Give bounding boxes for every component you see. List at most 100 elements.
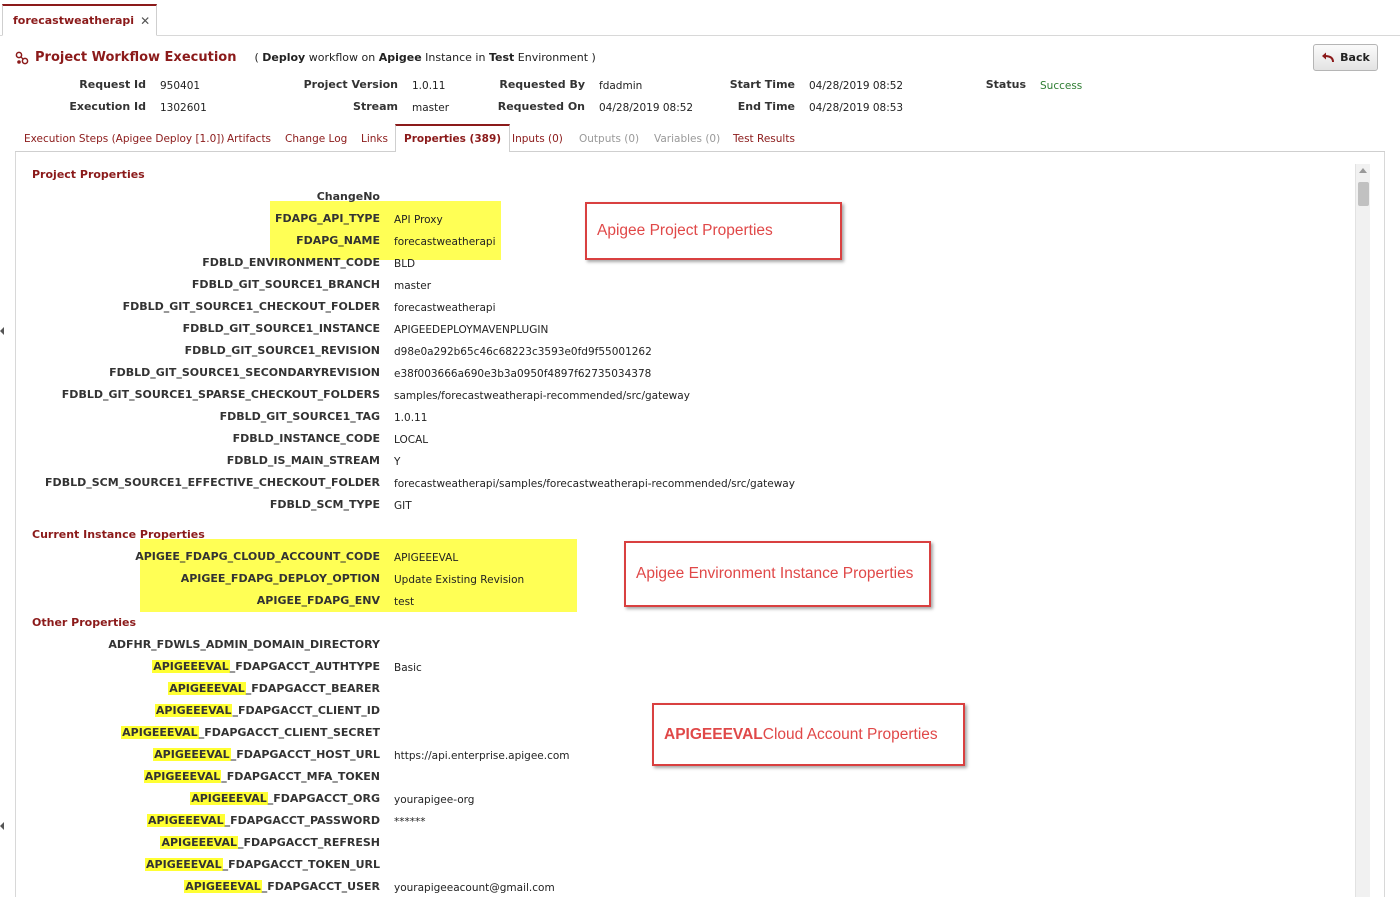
- tab-execution-steps[interactable]: Execution Steps (Apigee Deploy [1.0]): [24, 124, 224, 152]
- property-key-prefix: APIGEEEVAL: [121, 726, 199, 739]
- property-key-text: APIGEE_FDAPG_ENV: [256, 594, 380, 607]
- property-key: APIGEE_FDAPG_DEPLOY_OPTION: [0, 572, 380, 585]
- property-key-text: _FDAPGACCT_AUTHTYPE: [229, 660, 380, 673]
- tab-properties[interactable]: Properties (389): [395, 124, 511, 153]
- property-key: FDBLD_GIT_SOURCE1_INSTANCE: [0, 322, 380, 335]
- property-key-text: _FDAPGACCT_USER: [261, 880, 380, 893]
- requested-by-value: fdadmin: [599, 80, 643, 92]
- property-key-prefix: APIGEEEVAL: [160, 836, 238, 849]
- property-value: Basic: [394, 662, 422, 674]
- request-id-value: 950401: [160, 80, 201, 92]
- document-tab-bar: forecastweatherapi ✕: [0, 0, 1400, 36]
- property-value: ******: [394, 816, 426, 828]
- back-button[interactable]: Back: [1313, 44, 1378, 71]
- property-key-text: APIGEE_FDAPG_CLOUD_ACCOUNT_CODE: [135, 550, 380, 563]
- property-key-prefix: APIGEEEVAL: [153, 748, 231, 761]
- property-key: FDBLD_SCM_SOURCE1_EFFECTIVE_CHECKOUT_FOL…: [0, 476, 380, 489]
- property-value: Update Existing Revision: [394, 574, 525, 586]
- execution-id-value: 1302601: [160, 102, 207, 114]
- property-key-text: FDBLD_GIT_SOURCE1_SPARSE_CHECKOUT_FOLDER…: [61, 388, 380, 401]
- property-key-prefix: APIGEEEVAL: [154, 704, 233, 717]
- property-key-text: _FDAPGACCT_REFRESH: [237, 836, 380, 849]
- property-key: APIGEEEVAL_FDAPGACCT_PASSWORD: [0, 814, 380, 827]
- property-key: FDBLD_SCM_TYPE: [0, 498, 380, 511]
- property-value: master: [394, 280, 432, 292]
- property-key-text: _FDAPGACCT_TOKEN_URL: [222, 858, 380, 871]
- start-time-label: Start Time: [729, 78, 795, 91]
- property-key-text: FDBLD_GIT_SOURCE1_CHECKOUT_FOLDER: [122, 300, 380, 313]
- property-key: ChangeNo: [0, 190, 380, 203]
- property-value: API Proxy: [394, 214, 443, 226]
- tab-test-results[interactable]: Test Results: [733, 124, 795, 152]
- tab-links[interactable]: Links: [361, 124, 388, 152]
- property-value: 1.0.11: [394, 412, 428, 424]
- property-key-text: _FDAPGACCT_PASSWORD: [224, 814, 380, 827]
- callout-instance-properties: Apigee Environment Instance Properties: [624, 541, 931, 607]
- property-key-text: FDBLD_IS_MAIN_STREAM: [226, 454, 380, 467]
- property-key-text: _FDAPGACCT_BEARER: [245, 682, 380, 695]
- page-title: Project Workflow Execution: [35, 50, 237, 65]
- property-key: APIGEEEVAL_FDAPGACCT_AUTHTYPE: [0, 660, 380, 673]
- property-value: LOCAL: [394, 434, 429, 446]
- property-key-text: FDBLD_GIT_SOURCE1_INSTANCE: [182, 322, 380, 335]
- property-value: yourapigeeacount@gmail.com: [394, 882, 555, 894]
- tab-inputs[interactable]: Inputs (0): [512, 124, 563, 152]
- properties-scrollbar[interactable]: [1355, 164, 1370, 897]
- requested-by-label: Requested By: [499, 78, 585, 91]
- property-key: APIGEEEVAL_FDAPGACCT_TOKEN_URL: [0, 858, 380, 871]
- property-key: APIGEEEVAL_FDAPGACCT_ORG: [0, 792, 380, 805]
- project-props-highlight: [270, 201, 501, 260]
- property-key-text: FDAPG_API_TYPE: [275, 212, 380, 225]
- property-key: APIGEEEVAL_FDAPGACCT_USER: [0, 880, 380, 893]
- requested-on-label: Requested On: [497, 100, 585, 113]
- property-value: yourapigee-org: [394, 794, 475, 806]
- workflow-icon: [15, 51, 29, 64]
- property-key: APIGEEEVAL_FDAPGACCT_BEARER: [0, 682, 380, 695]
- property-key: FDBLD_GIT_SOURCE1_REVISION: [0, 344, 380, 357]
- status-label: Status: [985, 78, 1026, 91]
- section-instance-properties: Current Instance Properties: [32, 528, 205, 541]
- back-button-label: Back: [1340, 51, 1370, 64]
- property-key-text: APIGEE_FDAPG_DEPLOY_OPTION: [180, 572, 380, 585]
- collapse-left-icon[interactable]: [0, 822, 4, 830]
- property-key: FDBLD_IS_MAIN_STREAM: [0, 454, 380, 467]
- property-value: APIGEEDEPLOYMAVENPLUGIN: [394, 324, 549, 336]
- stream-label: Stream: [353, 100, 398, 113]
- scroll-up-icon[interactable]: [1359, 168, 1367, 173]
- property-key: FDAPG_API_TYPE: [0, 212, 380, 225]
- property-key: APIGEE_FDAPG_CLOUD_ACCOUNT_CODE: [0, 550, 380, 563]
- back-arrow-icon: [1322, 52, 1335, 62]
- property-key-text: _FDAPGACCT_CLIENT_ID: [232, 704, 380, 717]
- tab-artifacts[interactable]: Artifacts: [227, 124, 271, 152]
- property-key-text: FDBLD_SCM_SOURCE1_EFFECTIVE_CHECKOUT_FOL…: [45, 476, 380, 489]
- close-icon[interactable]: ✕: [140, 14, 150, 28]
- property-key: APIGEE_FDAPG_ENV: [0, 594, 380, 607]
- property-key-text: FDAPG_NAME: [296, 234, 380, 247]
- property-key: ADFHR_FDWLS_ADMIN_DOMAIN_DIRECTORY: [0, 638, 380, 651]
- property-key-text: FDBLD_GIT_SOURCE1_TAG: [219, 410, 380, 423]
- detail-tabs: Execution Steps (Apigee Deploy [1.0]) Ar…: [15, 124, 1385, 153]
- tab-change-log[interactable]: Change Log: [285, 124, 347, 152]
- property-key-text: ADFHR_FDWLS_ADMIN_DOMAIN_DIRECTORY: [108, 638, 380, 651]
- property-key: APIGEEEVAL_FDAPGACCT_HOST_URL: [0, 748, 380, 761]
- document-tab[interactable]: forecastweatherapi ✕: [2, 4, 158, 36]
- property-value: samples/forecastweatherapi-recommended/s…: [394, 390, 690, 402]
- scroll-thumb[interactable]: [1358, 182, 1369, 206]
- property-key: APIGEEEVAL_FDAPGACCT_REFRESH: [0, 836, 380, 849]
- property-value: https://api.enterprise.apigee.com: [394, 750, 570, 762]
- end-time-label: End Time: [737, 100, 795, 113]
- stream-value: master: [412, 102, 450, 114]
- property-key: FDBLD_ENVIRONMENT_CODE: [0, 256, 380, 269]
- property-key-text: FDBLD_GIT_SOURCE1_BRANCH: [191, 278, 380, 291]
- page-subtitle: ( Deploy workflow on Apigee Instance in …: [254, 51, 596, 64]
- property-key-text: FDBLD_SCM_TYPE: [269, 498, 380, 511]
- tab-variables: Variables (0): [654, 133, 721, 145]
- property-value: Y: [394, 456, 401, 468]
- property-value: e38f003666a690e3b3a0950f4897f62735034378: [394, 368, 652, 380]
- property-value: APIGEEEVAL: [394, 552, 459, 564]
- property-key-prefix: APIGEEEVAL: [145, 858, 223, 871]
- property-key-text: ChangeNo: [316, 190, 380, 203]
- property-key-text: _FDAPGACCT_ORG: [267, 792, 380, 805]
- collapse-left-icon[interactable]: [0, 327, 4, 335]
- property-key-prefix: APIGEEEVAL: [184, 880, 262, 893]
